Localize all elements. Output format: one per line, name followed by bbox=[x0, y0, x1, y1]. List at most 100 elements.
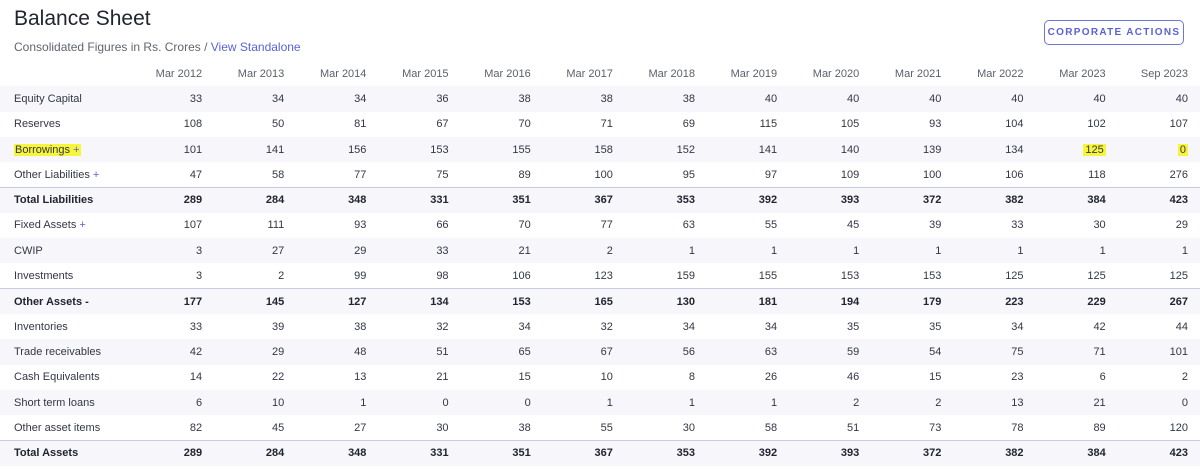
value-cell: 70 bbox=[461, 213, 543, 238]
cell-value: 111 bbox=[267, 219, 285, 232]
value-cell: 393 bbox=[789, 186, 872, 213]
value-cell: 152 bbox=[624, 136, 707, 163]
value-cell: 44 bbox=[1118, 314, 1200, 339]
expand-icon[interactable]: + bbox=[93, 169, 99, 181]
row-label-cell[interactable]: Other Liabilities + bbox=[0, 162, 132, 187]
table-row: Equity Capital 33 34 34 36 38 38 38 40 40 40 40 40 40 bbox=[0, 86, 1200, 112]
column-header: Mar 2023 bbox=[1059, 67, 1106, 80]
cell-value: 38 bbox=[518, 92, 531, 105]
value-cell: 1 bbox=[1117, 238, 1200, 264]
row-label-cell: Inventories bbox=[0, 314, 132, 339]
value-cell: 284 bbox=[214, 186, 297, 213]
value-cell: 125 bbox=[1118, 263, 1200, 288]
cell-value: 2 bbox=[1181, 371, 1188, 384]
value-cell: 21 bbox=[460, 238, 543, 264]
value-cell: 59 bbox=[789, 339, 872, 365]
row-label-cell: Total Liabilities bbox=[0, 186, 132, 213]
value-cell: 51 bbox=[378, 339, 461, 365]
cell-value: 33 bbox=[189, 92, 203, 105]
column-header: Mar 2015 bbox=[402, 67, 449, 80]
expand-icon[interactable]: + bbox=[73, 144, 79, 156]
value-cell: 8 bbox=[625, 365, 707, 390]
cell-value: 100 bbox=[594, 168, 613, 181]
value-cell: 140 bbox=[789, 136, 872, 163]
value-cell: 63 bbox=[625, 213, 707, 238]
cell-value: 1 bbox=[688, 244, 695, 257]
value-cell: 423 bbox=[1117, 186, 1200, 213]
table-row: Investments 3 2 99 98 106 123 159 155 153 153 125 12… bbox=[0, 263, 1200, 288]
value-cell: 101 bbox=[1117, 339, 1200, 365]
cell-value: 423 bbox=[1169, 194, 1188, 207]
cell-value: 42 bbox=[189, 345, 203, 358]
cell-value: 2 bbox=[935, 396, 942, 409]
cell-value: 107 bbox=[1169, 118, 1188, 131]
cell-value: 382 bbox=[1005, 194, 1024, 207]
row-label-cell[interactable]: Other Assets - bbox=[0, 288, 132, 314]
cell-value: 145 bbox=[265, 295, 285, 308]
cell-value: 125 bbox=[1087, 269, 1106, 282]
cell-value: 139 bbox=[923, 143, 942, 156]
value-cell: 33 bbox=[953, 213, 1035, 238]
cell-value: 35 bbox=[847, 320, 860, 333]
value-cell: 393 bbox=[789, 439, 872, 466]
cell-value: 58 bbox=[272, 168, 285, 181]
cell-value: 95 bbox=[682, 168, 695, 181]
header-label-cell bbox=[0, 61, 132, 86]
cell-value: 155 bbox=[512, 143, 531, 156]
value-cell: 82 bbox=[132, 415, 214, 440]
value-cell: 29 bbox=[214, 339, 297, 365]
value-cell: 423 bbox=[1117, 439, 1200, 466]
cell-value: 267 bbox=[1169, 295, 1188, 308]
cell-value: 59 bbox=[847, 345, 860, 358]
expand-icon[interactable]: + bbox=[79, 219, 85, 231]
cell-value: 29 bbox=[272, 345, 285, 358]
row-label: Other Assets bbox=[14, 295, 83, 308]
table-row[interactable]: Other Assets - 177 145 127 134 153 165 130 181 19… bbox=[0, 288, 1200, 314]
cell-value: 21 bbox=[1093, 396, 1106, 409]
row-label: Short term loans bbox=[14, 396, 95, 409]
cell-value: 35 bbox=[929, 320, 942, 333]
value-cell: 10 bbox=[214, 389, 297, 416]
table-row[interactable]: Borrowings +101 141 156 153 155 158 152 141 140 1… bbox=[0, 136, 1200, 163]
cell-value: 15 bbox=[929, 371, 942, 384]
cell-value: 393 bbox=[840, 447, 860, 460]
value-cell: 15 bbox=[461, 365, 543, 390]
cell-value: 367 bbox=[594, 447, 613, 460]
cell-value: 14 bbox=[189, 371, 203, 384]
cell-value: 120 bbox=[1169, 421, 1188, 434]
row-label-cell[interactable]: Borrowings + bbox=[0, 136, 132, 163]
table-row[interactable]: Other Liabilities +47 58 77 75 89 100 95 97 109 1… bbox=[0, 162, 1200, 187]
row-label-cell: Reserves bbox=[0, 112, 132, 137]
value-cell: 65 bbox=[460, 339, 543, 365]
value-cell: 1 bbox=[789, 238, 872, 264]
cell-value: 38 bbox=[600, 92, 613, 105]
row-label-cell[interactable]: Fixed Assets + bbox=[0, 213, 132, 238]
cell-value: 13 bbox=[354, 371, 367, 384]
value-cell: 155 bbox=[707, 263, 789, 288]
corporate-actions-button[interactable]: CORPORATE ACTIONS bbox=[1044, 20, 1184, 45]
value-cell: 3 bbox=[132, 238, 215, 264]
value-cell: 367 bbox=[542, 439, 625, 466]
cell-value: 289 bbox=[183, 447, 203, 460]
value-cell: 111 bbox=[214, 213, 296, 238]
cell-value: 134 bbox=[430, 295, 449, 308]
value-cell: 56 bbox=[624, 339, 707, 365]
value-cell: 372 bbox=[871, 186, 954, 213]
cell-value: 140 bbox=[840, 143, 860, 156]
collapse-icon[interactable]: - bbox=[85, 296, 89, 308]
row-label: Borrowings bbox=[15, 143, 71, 156]
cell-value: 165 bbox=[594, 295, 613, 308]
value-cell: 89 bbox=[1036, 415, 1118, 440]
value-cell: 289 bbox=[132, 439, 215, 466]
cell-value: 71 bbox=[1093, 345, 1106, 358]
subtitle-text: Consolidated Figures in Rs. Crores / bbox=[14, 40, 211, 54]
value-cell: 40 bbox=[706, 86, 790, 112]
table-row[interactable]: Fixed Assets +107 111 93 66 70 77 63 55 45 39 33 30… bbox=[0, 213, 1200, 238]
value-cell: 54 bbox=[871, 339, 954, 365]
value-cell: 33 bbox=[378, 238, 461, 264]
value-cell: 1 bbox=[624, 238, 707, 264]
cell-value: 32 bbox=[600, 320, 613, 333]
view-standalone-link[interactable]: View Standalone bbox=[211, 40, 301, 54]
cell-value: 153 bbox=[923, 269, 942, 282]
value-cell: 6 bbox=[132, 389, 215, 416]
